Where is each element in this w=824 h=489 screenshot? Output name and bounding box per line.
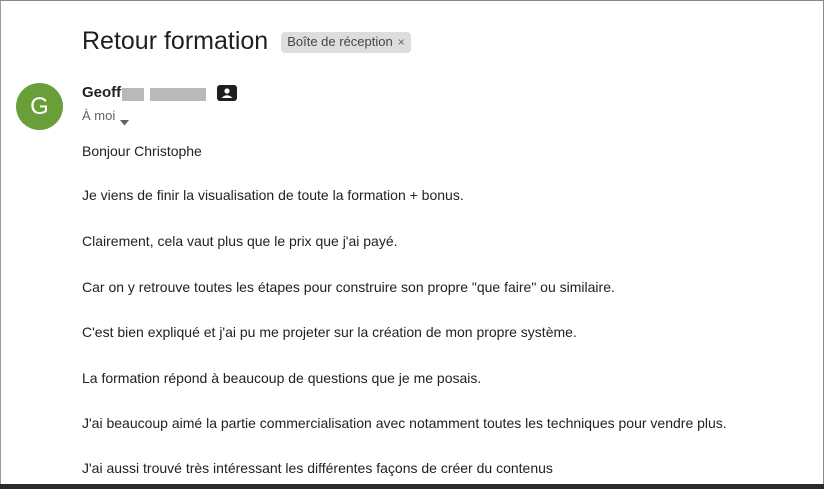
redaction-block [122, 87, 145, 101]
recipient-text: À moi [82, 108, 116, 123]
email-subject: Retour formation [82, 27, 269, 55]
sender-avatar[interactable]: G [16, 83, 63, 130]
chevron-down-icon[interactable] [120, 113, 130, 126]
inbox-label-text: Boîte de réception [287, 33, 393, 49]
remove-label-button[interactable]: × [398, 34, 405, 50]
email-body-line: Clairement, cela vaut plus que le prix q… [82, 233, 398, 249]
email-body-line: La formation répond à beaucoup de questi… [82, 370, 482, 386]
sender-name[interactable]: Geoff [82, 83, 121, 103]
email-body-line: J'ai aussi trouvé très intéressant les d… [82, 460, 553, 476]
email-body-line: Car on y retrouve toutes les étapes pour… [82, 279, 615, 295]
recipient-row[interactable]: À moi [82, 107, 130, 126]
email-body-line: Je viens de finir la visualisation de to… [82, 187, 464, 203]
email-body-line: Bonjour Christophe [82, 143, 202, 159]
contact-card-icon[interactable] [217, 85, 238, 101]
redaction-block [150, 87, 207, 101]
sender-row: Geoff [82, 83, 238, 103]
email-body-line: C'est bien expliqué et j'ai pu me projet… [82, 324, 577, 340]
bottom-border [0, 484, 824, 489]
email-view: Retour formation Boîte de réception × G … [0, 0, 824, 489]
subject-row: Retour formation Boîte de réception × [82, 25, 411, 57]
inbox-label-chip[interactable]: Boîte de réception × [281, 31, 411, 53]
email-body-line: J'ai beaucoup aimé la partie commerciali… [82, 415, 727, 431]
